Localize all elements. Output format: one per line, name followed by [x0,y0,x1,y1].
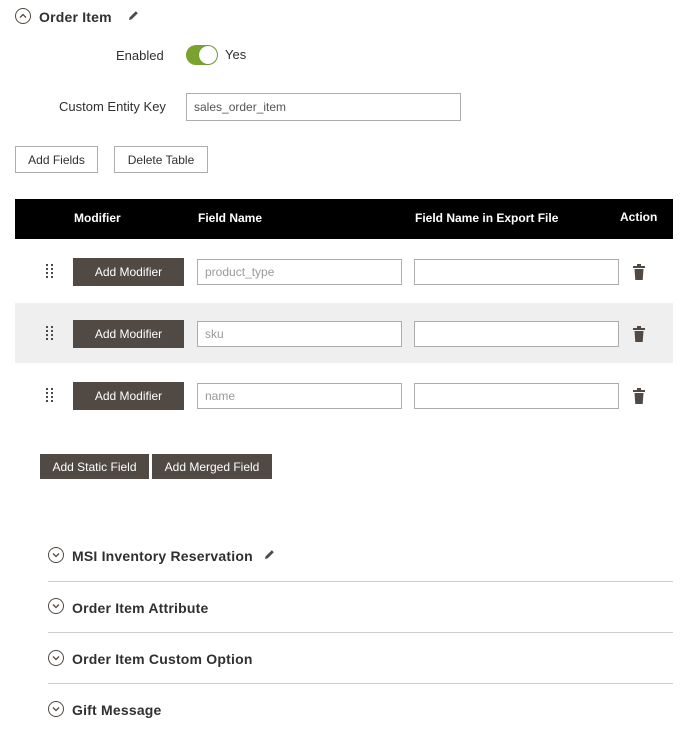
custom-entity-key-label: Custom Entity Key [59,99,166,114]
expand-chevron-icon[interactable] [48,547,64,563]
pencil-icon[interactable] [127,9,140,22]
add-modifier-button[interactable]: Add Modifier [73,320,184,348]
trash-icon[interactable] [632,326,646,342]
enabled-toggle[interactable] [186,45,218,65]
enabled-value: Yes [225,47,247,62]
trash-icon[interactable] [632,388,646,404]
trash-icon[interactable] [632,264,646,280]
export-name-input[interactable] [414,321,619,347]
export-name-input[interactable] [414,259,619,285]
enabled-label: Enabled [116,48,164,63]
header-modifier: Modifier [74,211,121,225]
header-field-name: Field Name [198,211,263,225]
drag-handle-icon[interactable] [46,264,54,280]
collapse-chevron-icon[interactable] [15,8,31,24]
field-name-input[interactable]: name [197,383,402,409]
add-static-field-button[interactable]: Add Static Field [40,454,149,479]
section-msi-inventory-reservation[interactable]: MSI Inventory Reservation [72,548,253,564]
table-header: Modifier Field Name Field Name in Export… [15,199,673,239]
custom-entity-key-field[interactable]: sales_order_item [186,93,461,121]
drag-handle-icon[interactable] [46,326,54,342]
header-export-name: Field Name in Export File [415,211,559,225]
divider [48,581,673,582]
add-merged-field-button[interactable]: Add Merged Field [152,454,272,479]
add-fields-button[interactable]: Add Fields [15,146,98,173]
section-order-item-custom-option[interactable]: Order Item Custom Option [72,651,253,667]
field-name-input[interactable]: product_type [197,259,402,285]
delete-table-button[interactable]: Delete Table [114,146,208,173]
section-order-item-attribute[interactable]: Order Item Attribute [72,600,209,616]
section-gift-message[interactable]: Gift Message [72,702,162,718]
divider [48,632,673,633]
divider [48,683,673,684]
drag-handle-icon[interactable] [46,388,54,404]
field-name-input[interactable]: sku [197,321,402,347]
export-name-input[interactable] [414,383,619,409]
expand-chevron-icon[interactable] [48,650,64,666]
expand-chevron-icon[interactable] [48,701,64,717]
header-action: Action [620,210,658,224]
add-modifier-button[interactable]: Add Modifier [73,382,184,410]
order-item-title: Order Item [39,9,112,25]
expand-chevron-icon[interactable] [48,598,64,614]
pencil-icon[interactable] [263,548,276,561]
add-modifier-button[interactable]: Add Modifier [73,258,184,286]
